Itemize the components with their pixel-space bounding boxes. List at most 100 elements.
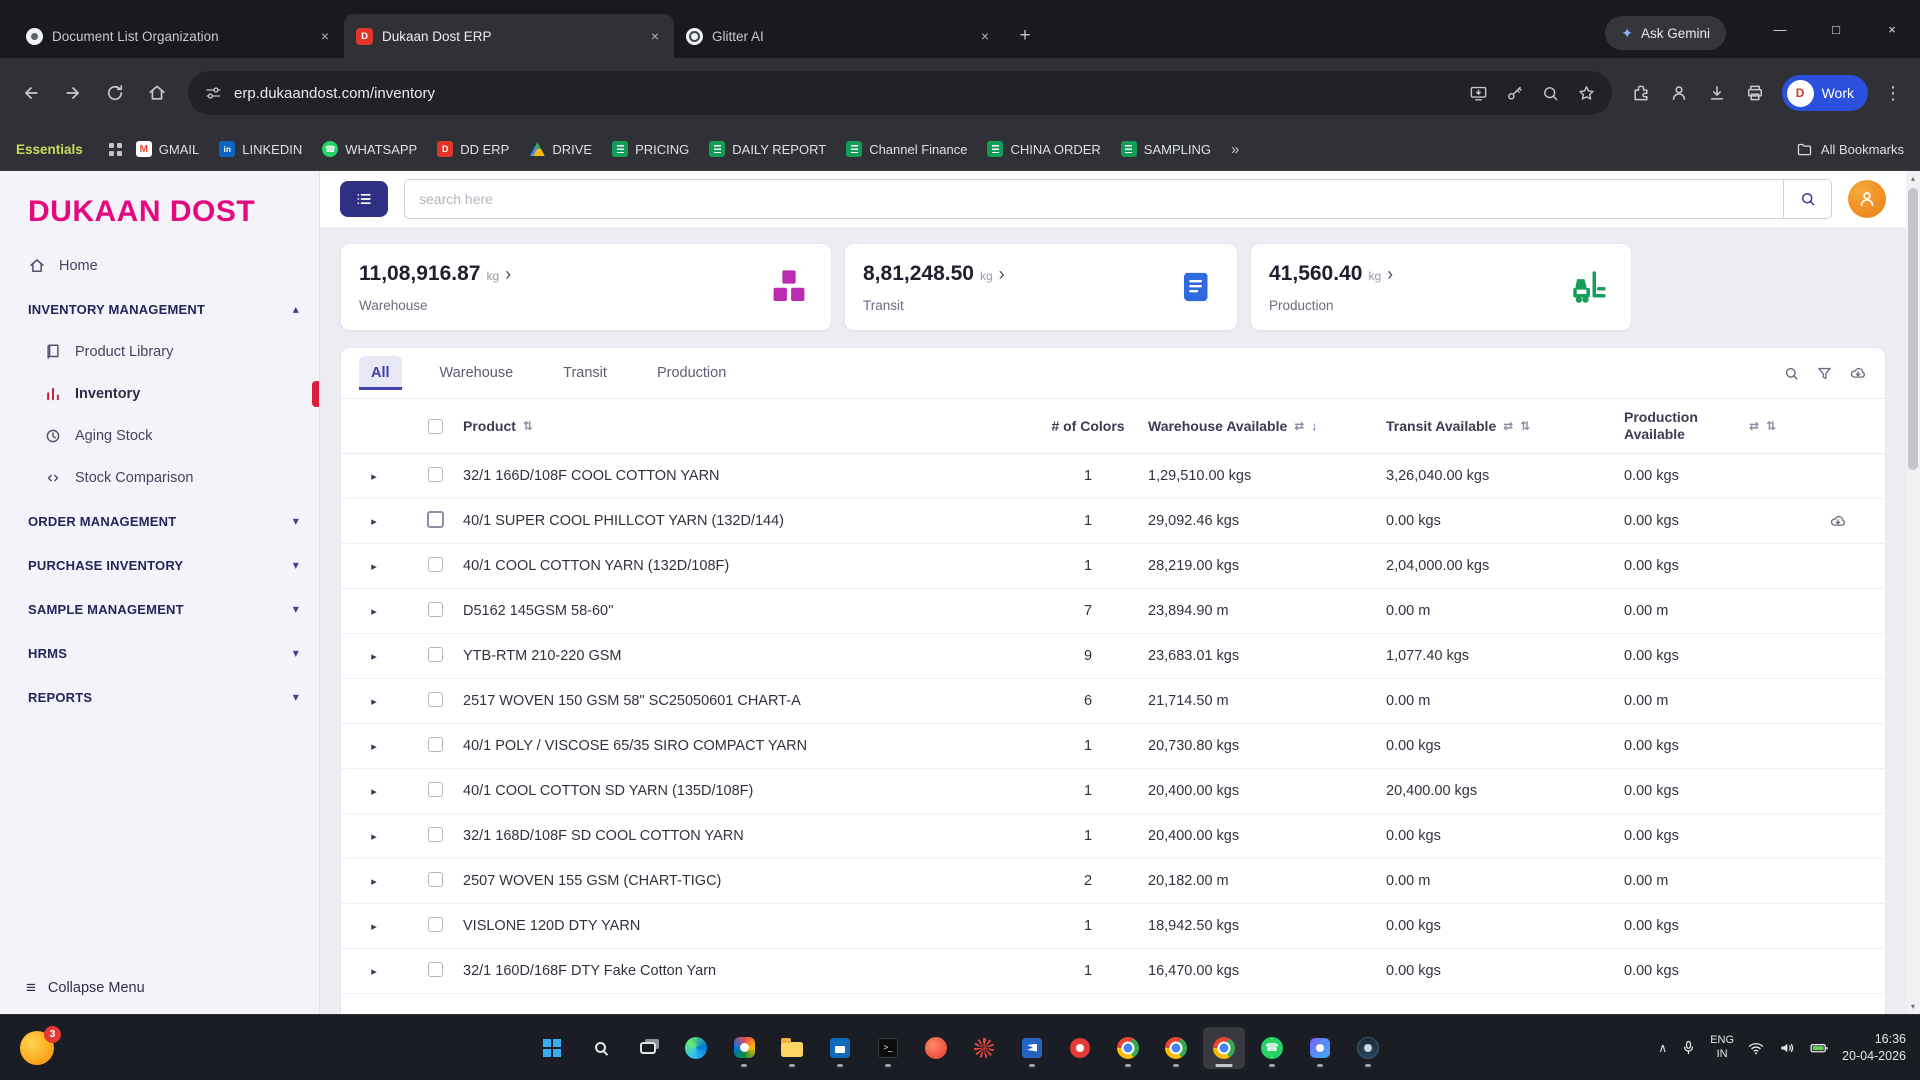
column-header-product[interactable]: Product ⇅ xyxy=(463,418,1028,434)
tab-close-icon[interactable]: × xyxy=(316,27,334,45)
row-checkbox[interactable] xyxy=(428,647,443,662)
browser-tab-document-list[interactable]: Document List Organization × xyxy=(14,14,344,58)
language-indicator[interactable]: ENG IN xyxy=(1710,1034,1734,1060)
sort-icon[interactable]: ⇅ xyxy=(1766,419,1776,433)
tab-close-icon[interactable]: × xyxy=(976,27,994,45)
bookmark-gmail[interactable]: MGMAIL xyxy=(136,141,199,157)
select-all-checkbox[interactable] xyxy=(407,419,463,434)
row-checkbox[interactable] xyxy=(428,917,443,932)
row-checkbox[interactable] xyxy=(428,827,443,842)
chevron-right-icon[interactable]: › xyxy=(505,264,511,285)
column-header-production[interactable]: Production Available ⇄ ⇅ xyxy=(1624,409,1829,444)
tab-close-icon[interactable]: × xyxy=(646,27,664,45)
collapse-menu-button[interactable]: ≡ Collapse Menu xyxy=(0,962,319,1014)
column-header-warehouse[interactable]: Warehouse Available ⇄ ↓ xyxy=(1148,418,1386,434)
password-key-icon[interactable] xyxy=(1505,84,1524,103)
row-checkbox[interactable] xyxy=(428,557,443,572)
row-expand-icon[interactable]: ▸ xyxy=(341,785,407,798)
bookmark-channel-finance[interactable]: Channel Finance xyxy=(846,141,967,157)
edge-icon[interactable] xyxy=(675,1027,717,1069)
row-checkbox[interactable] xyxy=(428,737,443,752)
row-expand-icon[interactable]: ▸ xyxy=(341,830,407,843)
terminal-icon[interactable] xyxy=(867,1027,909,1069)
bookmark-linkedin[interactable]: inLINKEDIN xyxy=(219,141,302,157)
row-expand-icon[interactable]: ▸ xyxy=(341,470,407,483)
ask-gemini-button[interactable]: ✦ Ask Gemini xyxy=(1605,16,1726,50)
column-header-colors[interactable]: # of Colors xyxy=(1028,418,1148,434)
hidden-icons-chevron[interactable]: ∧ xyxy=(1658,1041,1667,1055)
back-button[interactable] xyxy=(12,74,50,112)
row-expand-icon[interactable]: ▸ xyxy=(341,695,407,708)
scroll-down-icon[interactable]: ▾ xyxy=(1906,999,1920,1014)
vs-code-icon[interactable] xyxy=(1011,1027,1053,1069)
downloads-icon[interactable] xyxy=(1700,76,1734,110)
checkbox[interactable] xyxy=(428,419,443,434)
browser-profile-button[interactable]: D Work xyxy=(1782,75,1868,111)
tab-transit[interactable]: Transit xyxy=(551,356,619,390)
tab-production[interactable]: Production xyxy=(645,356,738,390)
filter-icon[interactable] xyxy=(1816,365,1833,382)
sidebar-section-order-management[interactable]: ORDER MANAGEMENT ▾ xyxy=(0,499,319,543)
all-bookmarks-button[interactable]: All Bookmarks xyxy=(1796,141,1904,158)
sidebar-item-product-library[interactable]: Product Library xyxy=(0,331,319,373)
sort-icon[interactable]: ⇅ xyxy=(1520,419,1530,433)
scroll-up-icon[interactable]: ▴ xyxy=(1906,171,1920,186)
row-checkbox[interactable] xyxy=(428,602,443,617)
user-avatar[interactable] xyxy=(1848,180,1886,218)
swap-sort-icon[interactable]: ⇄ xyxy=(1749,419,1759,433)
list-menu-button[interactable] xyxy=(340,181,388,217)
sidebar-item-aging-stock[interactable]: Aging Stock xyxy=(0,415,319,457)
sidebar-section-reports[interactable]: REPORTS ▾ xyxy=(0,675,319,719)
profile-person-icon[interactable] xyxy=(1662,76,1696,110)
sort-icon[interactable]: ⇅ xyxy=(523,419,533,433)
row-expand-icon[interactable]: ▸ xyxy=(341,560,407,573)
chrome-1-icon[interactable] xyxy=(1107,1027,1149,1069)
bookmark-drive[interactable]: DRIVE xyxy=(529,141,592,157)
taskbar-clock[interactable]: 16:36 20-04-2026 xyxy=(1842,1031,1906,1065)
scrollbar-track[interactable] xyxy=(1906,186,1920,999)
sidebar-section-hrms[interactable]: HRMS ▾ xyxy=(0,631,319,675)
row-expand-icon[interactable]: ▸ xyxy=(341,515,407,528)
reload-button[interactable] xyxy=(96,74,134,112)
close-window-button[interactable]: × xyxy=(1864,0,1920,58)
maximize-button[interactable]: □ xyxy=(1808,0,1864,58)
row-download-icon[interactable] xyxy=(1829,512,1885,530)
bookmark-pricing[interactable]: PRICING xyxy=(612,141,689,157)
row-expand-icon[interactable]: ▸ xyxy=(341,650,407,663)
row-expand-icon[interactable]: ▸ xyxy=(341,875,407,888)
install-app-icon[interactable] xyxy=(1469,84,1488,103)
snipping-tool-icon[interactable] xyxy=(1299,1027,1341,1069)
minimize-button[interactable]: — xyxy=(1752,0,1808,58)
row-expand-icon[interactable]: ▸ xyxy=(341,605,407,618)
row-expand-icon[interactable]: ▸ xyxy=(341,965,407,978)
search-input[interactable] xyxy=(404,179,1784,219)
windows-search-icon[interactable] xyxy=(579,1027,621,1069)
bookmark-sampling[interactable]: SAMPLING xyxy=(1121,141,1211,157)
row-expand-icon[interactable]: ▸ xyxy=(341,740,407,753)
chrome-3-icon[interactable] xyxy=(1203,1027,1245,1069)
sort-descending-icon[interactable]: ↓ xyxy=(1311,419,1317,433)
sidebar-section-sample-management[interactable]: SAMPLE MANAGEMENT ▾ xyxy=(0,587,319,631)
steam-icon[interactable] xyxy=(1347,1027,1389,1069)
url-text[interactable]: erp.dukaandost.com/inventory xyxy=(234,85,1457,102)
bookmark-china-order[interactable]: CHINA ORDER xyxy=(987,141,1100,157)
volume-icon[interactable] xyxy=(1778,1039,1796,1057)
browser-tab-glitter-ai[interactable]: Glitter AI × xyxy=(674,14,1004,58)
map-pin-icon[interactable] xyxy=(1059,1027,1101,1069)
taskbar-widget-icon[interactable]: 3 xyxy=(20,1031,54,1065)
wifi-icon[interactable] xyxy=(1747,1039,1765,1057)
chevron-right-icon[interactable]: › xyxy=(1387,264,1393,285)
row-checkbox[interactable] xyxy=(428,692,443,707)
whatsapp-icon[interactable] xyxy=(1251,1027,1293,1069)
row-checkbox[interactable] xyxy=(428,467,443,482)
battery-icon[interactable] xyxy=(1809,1038,1829,1058)
swap-sort-icon[interactable]: ⇄ xyxy=(1294,419,1304,433)
site-info-icon[interactable] xyxy=(204,84,222,102)
print-icon[interactable] xyxy=(1738,76,1772,110)
row-expand-icon[interactable]: ▸ xyxy=(341,920,407,933)
fireworks-icon[interactable] xyxy=(963,1027,1005,1069)
extensions-icon[interactable] xyxy=(1624,76,1658,110)
file-explorer-icon[interactable] xyxy=(771,1027,813,1069)
chrome-2-icon[interactable] xyxy=(1155,1027,1197,1069)
microphone-icon[interactable] xyxy=(1680,1039,1697,1056)
